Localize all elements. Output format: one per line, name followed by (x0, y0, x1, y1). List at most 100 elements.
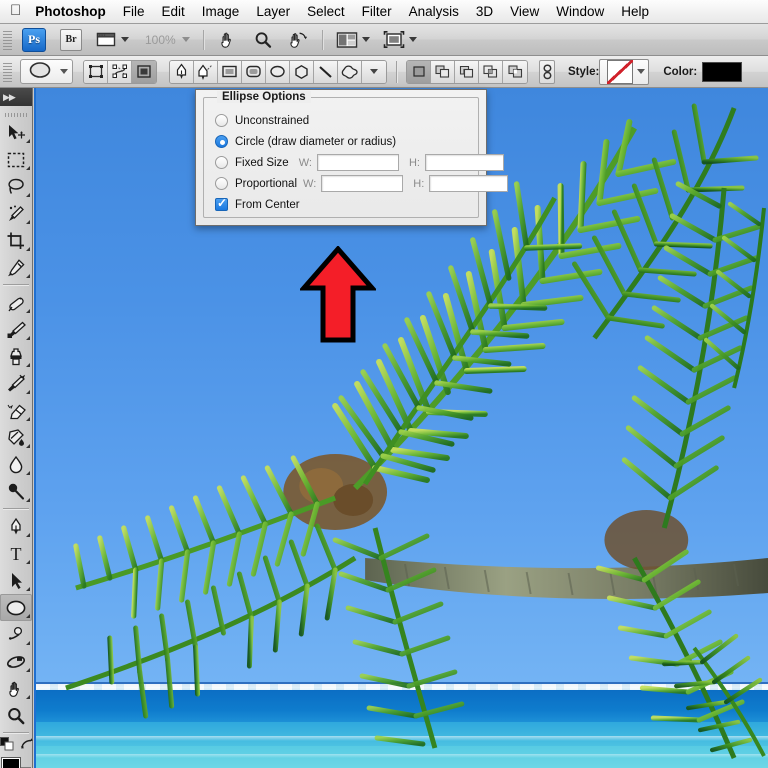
rounded-rectangle-tool-button[interactable] (242, 60, 266, 83)
menu-item-image[interactable]: Image (202, 4, 240, 19)
ellipse-tool-button[interactable] (266, 60, 290, 83)
menu-item-photoshop[interactable]: Photoshop (35, 4, 106, 19)
zoom-level-value[interactable]: 100% (145, 33, 176, 47)
proportional-radio[interactable] (215, 177, 228, 190)
rectangular-marquee-tool[interactable] (0, 146, 32, 173)
swap-colors-icon[interactable] (20, 737, 33, 753)
flyout-triangle-icon (22, 166, 30, 170)
deep-ocean-band (36, 690, 768, 724)
fixed-size-height-label: H: (408, 156, 420, 169)
bridge-launch-icon[interactable]: Br (60, 28, 82, 51)
gradient-tool[interactable] (0, 424, 32, 451)
path-selection-tool[interactable] (0, 567, 32, 594)
menu-item-3d[interactable]: 3D (476, 4, 493, 19)
clone-stamp-tool[interactable] (0, 343, 32, 370)
menu-item-edit[interactable]: Edit (162, 4, 185, 19)
screen-mode-chevron-icon (408, 37, 417, 42)
menu-item-layer[interactable]: Layer (256, 4, 290, 19)
custom-shape-tool-button[interactable] (338, 60, 362, 83)
option-from-center[interactable]: From Center (204, 194, 478, 215)
horizontal-type-tool[interactable]: T (0, 540, 32, 567)
intersect-shape-areas-button[interactable] (479, 60, 503, 83)
photoshop-launch-icon[interactable]: Ps (22, 27, 46, 52)
option-fixed-size[interactable]: Fixed Size W: H: (204, 152, 504, 173)
eyedropper-tool[interactable] (0, 254, 32, 281)
view-extras-button[interactable] (95, 30, 129, 50)
option-unconstrained[interactable]: Unconstrained (204, 110, 478, 131)
menu-item-view[interactable]: View (510, 4, 539, 19)
style-control: Style: (568, 58, 650, 85)
default-colors-icon[interactable] (0, 736, 14, 754)
zoom-tool-button[interactable] (252, 30, 274, 50)
tool-preset-picker[interactable] (20, 59, 73, 84)
menu-item-window[interactable]: Window (556, 4, 604, 19)
menu-item-filter[interactable]: Filter (362, 4, 392, 19)
subtract-from-shape-area-button[interactable] (455, 60, 479, 83)
arrange-documents-icon (336, 30, 358, 50)
foreground-color-swatch[interactable] (1, 757, 21, 768)
macos-menu-bar:  Photoshop File Edit Image Layer Select… (0, 0, 768, 24)
flyout-triangle-icon (22, 390, 30, 394)
fixed-size-radio[interactable] (215, 156, 228, 169)
blur-tool[interactable] (0, 451, 32, 478)
rotate-view-tool-button[interactable] (287, 30, 309, 50)
menu-item-file[interactable]: File (123, 4, 145, 19)
color-label: Color: (663, 65, 698, 78)
menu-item-analysis[interactable]: Analysis (409, 4, 459, 19)
proportional-width-label: W: (303, 177, 317, 190)
apple-logo-icon[interactable]:  (10, 3, 21, 20)
lasso-tool[interactable] (0, 173, 32, 200)
proportional-width-input[interactable] (321, 175, 404, 192)
exclude-overlapping-shape-areas-button[interactable] (503, 60, 527, 83)
zoom-level-chevron-icon[interactable] (181, 37, 190, 42)
crop-tool[interactable] (0, 227, 32, 254)
history-brush-tool[interactable] (0, 370, 32, 397)
add-to-shape-area-button[interactable] (431, 60, 455, 83)
tools-panel-collapse-button[interactable]: ▶▶ (0, 88, 32, 106)
fixed-size-width-input[interactable] (316, 154, 399, 171)
polygon-tool-button[interactable] (290, 60, 314, 83)
screen-mode-button[interactable] (383, 30, 417, 50)
tools-panel: ▶▶ T (0, 88, 33, 768)
style-swatch-none[interactable] (607, 59, 634, 84)
freeform-pen-tool-button[interactable] (194, 60, 218, 83)
paths-button[interactable] (108, 60, 132, 83)
proportional-height-input[interactable] (429, 175, 509, 192)
eraser-tool[interactable] (0, 397, 32, 424)
line-tool-button[interactable] (314, 60, 338, 83)
tool-options-bar: Style: Color: (0, 56, 768, 88)
quick-selection-tool[interactable] (0, 200, 32, 227)
menu-item-select[interactable]: Select (307, 4, 345, 19)
style-picker[interactable] (599, 58, 650, 85)
shape-tool-options-chevron[interactable] (362, 60, 386, 83)
link-shapes-button[interactable] (539, 59, 555, 84)
3d-rotate-tool[interactable] (0, 621, 32, 648)
menu-item-help[interactable]: Help (621, 4, 649, 19)
fixed-size-height-input[interactable] (424, 154, 504, 171)
shape-layers-button[interactable] (84, 60, 108, 83)
hand-tool[interactable] (0, 675, 32, 702)
dodge-tool[interactable] (0, 478, 32, 505)
zoom-tool[interactable] (0, 702, 32, 729)
circle-radio[interactable] (215, 135, 228, 148)
spot-healing-brush-tool[interactable] (0, 289, 32, 316)
unconstrained-radio[interactable] (215, 114, 228, 127)
color-swatch[interactable] (702, 61, 743, 82)
hand-tool-button[interactable] (217, 30, 239, 50)
new-shape-layer-button[interactable] (407, 60, 431, 83)
ellipse-tool[interactable] (0, 594, 32, 621)
from-center-checkbox[interactable] (215, 197, 228, 211)
fill-pixels-button[interactable] (132, 60, 156, 83)
option-circle[interactable]: Circle (draw diameter or radius) (204, 131, 478, 152)
flyout-triangle-icon (22, 363, 30, 367)
3d-orbit-tool[interactable] (0, 648, 32, 675)
arrange-documents-button[interactable] (336, 30, 370, 50)
option-proportional[interactable]: Proportional W: H: (204, 173, 509, 194)
tools-list: T (0, 119, 33, 768)
optionsbar-grip (3, 60, 12, 83)
rectangle-tool-button[interactable] (218, 60, 242, 83)
brush-tool[interactable] (0, 316, 32, 343)
pen-tool-button[interactable] (170, 60, 194, 83)
move-tool[interactable] (0, 119, 32, 146)
pen-tool[interactable] (0, 513, 32, 540)
